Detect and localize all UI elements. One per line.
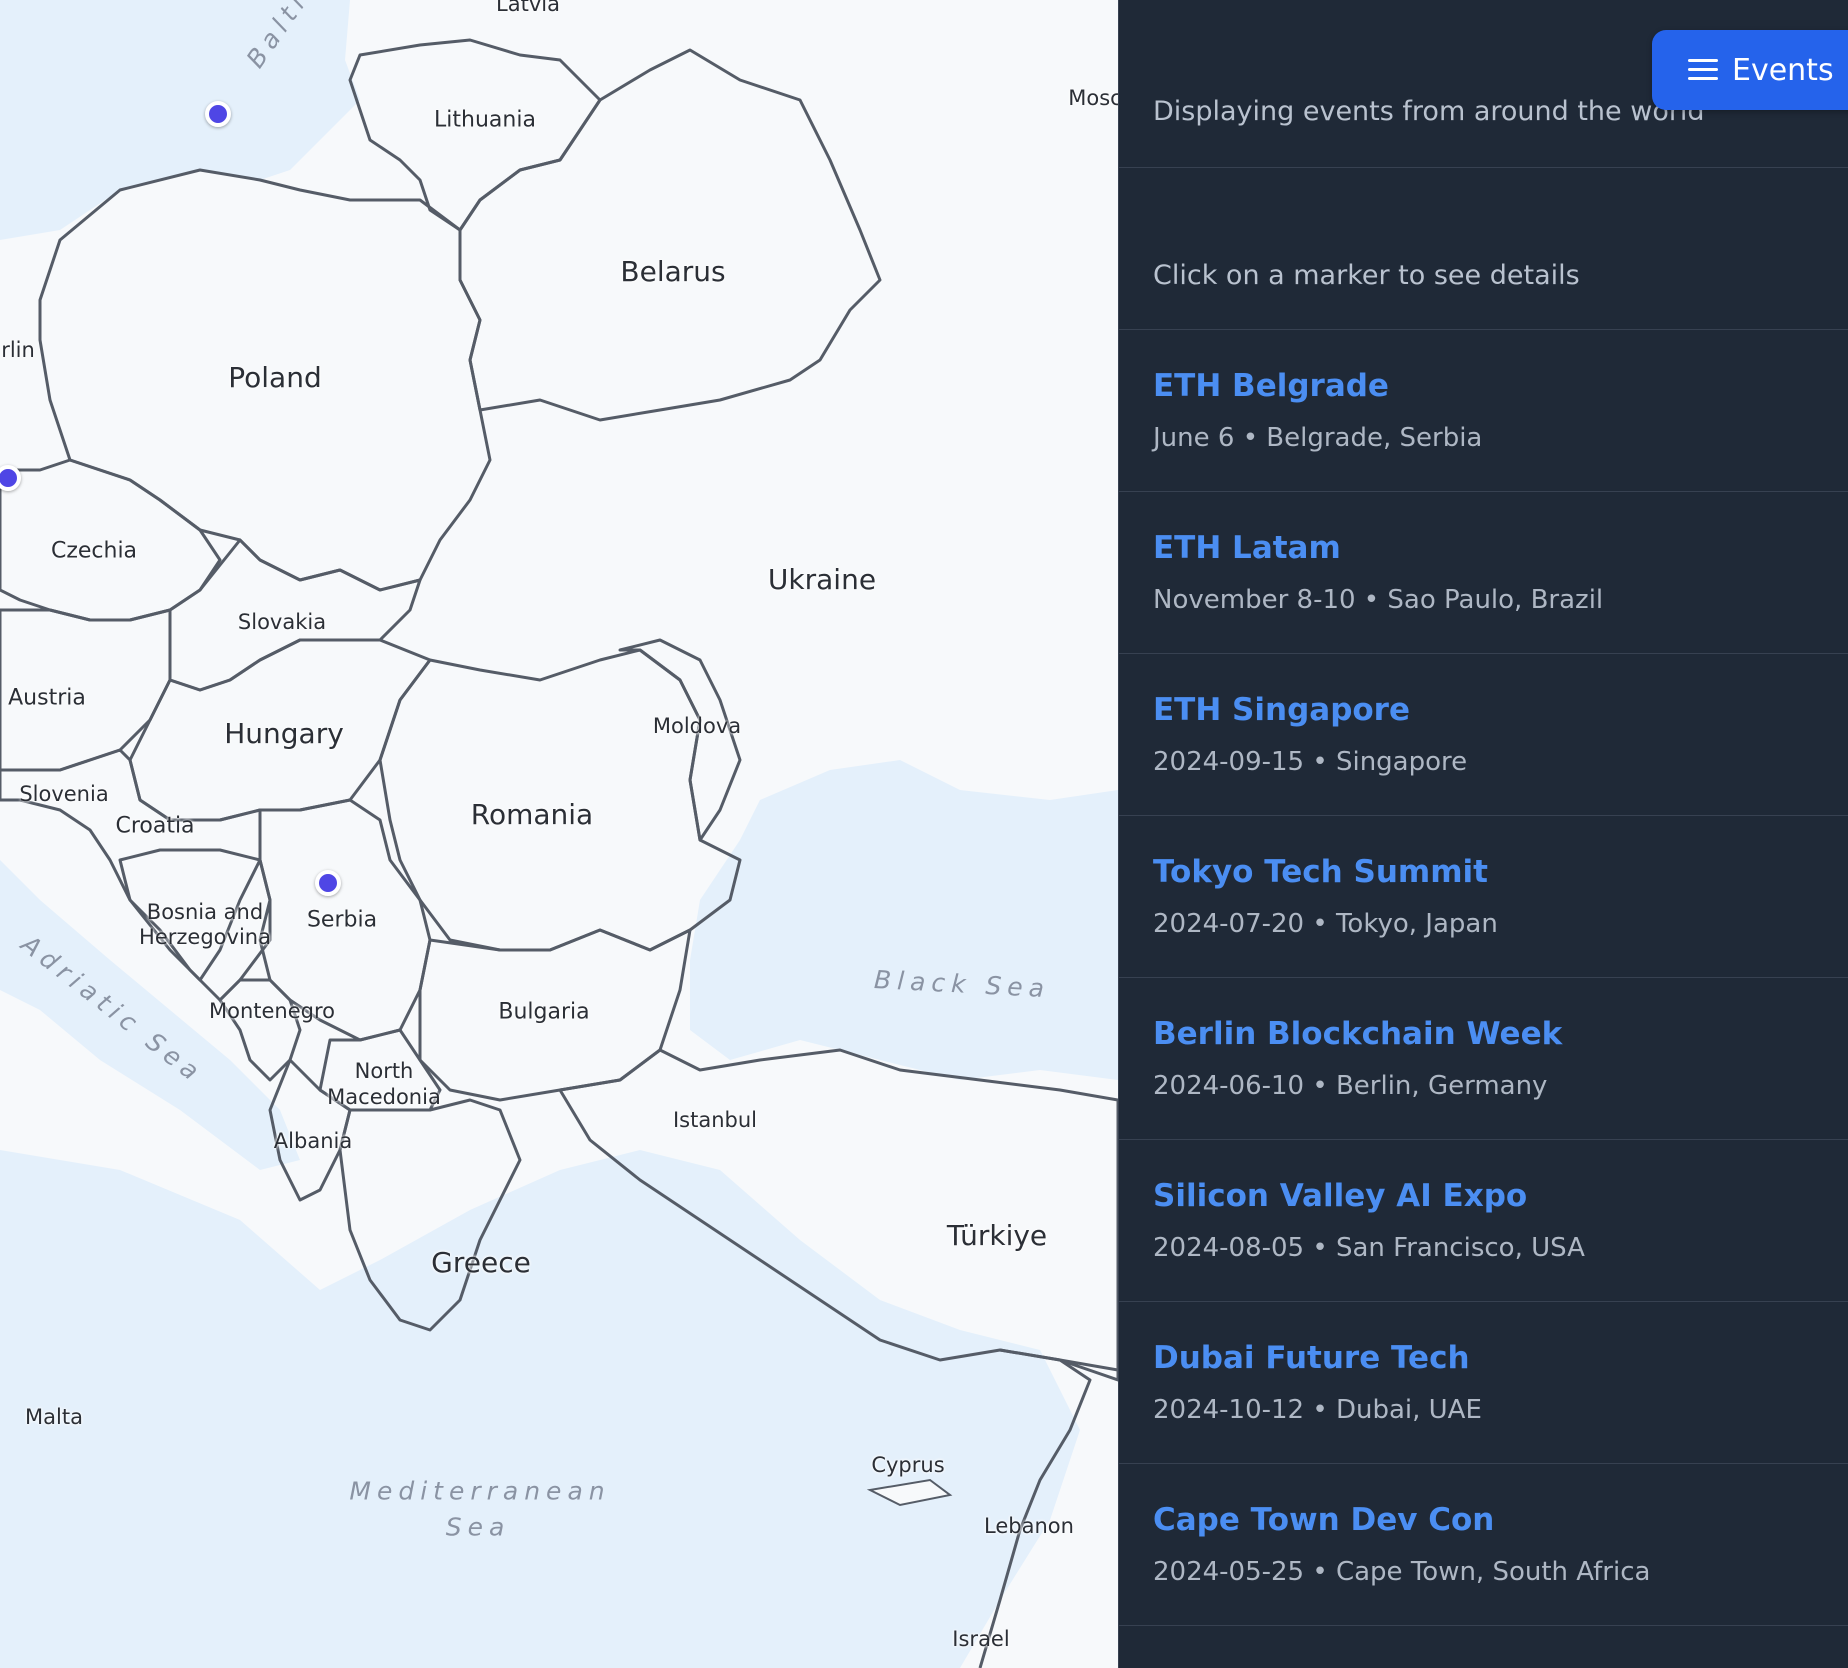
label-berlin: rlin	[1, 337, 35, 362]
event-item[interactable]: ETH Belgrade June 6 • Belgrade, Serbia	[1119, 330, 1848, 492]
event-item[interactable]: ETH Latam November 8-10 • Sao Paulo, Braz…	[1119, 492, 1848, 654]
event-item[interactable]: ETH Singapore 2024-09-15 • Singapore	[1119, 654, 1848, 816]
label-mediterranean-line1: Mediterranean	[349, 1476, 611, 1506]
event-meta: November 8-10 • Sao Paulo, Brazil	[1153, 585, 1604, 615]
label-north-macedonia-line2: Macedonia	[327, 1084, 441, 1109]
event-marker[interactable]	[205, 101, 231, 127]
label-mediterranean-line2: Sea	[445, 1512, 511, 1542]
label-ukraine: Ukraine	[767, 562, 877, 596]
panel-hint-row: Click on a marker to see details	[1119, 168, 1848, 330]
label-bulgaria: Bulgaria	[498, 999, 590, 1025]
event-item[interactable]: Cape Town Dev Con 2024-05-25 • Cape Town,…	[1119, 1464, 1848, 1626]
label-montenegro: Montenegro	[208, 998, 336, 1023]
label-austria: Austria	[8, 685, 86, 711]
label-poland: Poland	[228, 360, 322, 394]
event-title[interactable]: ETH Latam	[1153, 530, 1341, 566]
event-item[interactable]: Silicon Valley AI Expo 2024-08-05 • San F…	[1119, 1140, 1848, 1302]
panel-subtitle: Displaying events from around the world	[1153, 96, 1705, 127]
event-meta: 2024-05-25 • Cape Town, South Africa	[1153, 1557, 1651, 1587]
label-turkiye: Türkiye	[946, 1218, 1048, 1252]
label-croatia: Croatia	[115, 813, 195, 839]
label-greece: Greece	[431, 1245, 531, 1279]
label-moldova: Moldova	[652, 713, 742, 738]
label-albania: Albania	[273, 1128, 353, 1153]
events-button-label: Events	[1732, 52, 1834, 88]
event-meta: 2024-08-05 • San Francisco, USA	[1153, 1233, 1585, 1263]
event-marker-belgrade[interactable]	[315, 870, 341, 896]
label-lebanon: Lebanon	[984, 1513, 1074, 1538]
label-czechia: Czechia	[50, 538, 138, 564]
label-israel: Israel	[952, 1626, 1010, 1651]
event-meta: 2024-06-10 • Berlin, Germany	[1153, 1071, 1548, 1101]
label-slovenia: Slovenia	[19, 781, 109, 806]
label-malta: Malta	[25, 1404, 83, 1429]
label-romania: Romania	[470, 797, 594, 831]
label-istanbul: Istanbul	[672, 1107, 758, 1132]
event-title[interactable]: Silicon Valley AI Expo	[1153, 1178, 1527, 1214]
event-title[interactable]: Tokyo Tech Summit	[1153, 854, 1488, 890]
event-meta: 2024-09-15 • Singapore	[1153, 747, 1468, 777]
label-north-macedonia-line1: North	[354, 1058, 414, 1083]
label-latvia: Latvia	[496, 0, 560, 16]
event-item[interactable]: Tokyo Tech Summit 2024-07-20 • Tokyo, Jap…	[1119, 816, 1848, 978]
label-hungary: Hungary	[224, 716, 344, 750]
event-title[interactable]: Berlin Blockchain Week	[1153, 1016, 1562, 1052]
label-lithuania: Lithuania	[434, 107, 536, 133]
label-bosnia-line1: Bosnia and	[146, 899, 264, 924]
event-meta: 2024-10-12 • Dubai, UAE	[1153, 1395, 1482, 1425]
label-slovakia: Slovakia	[237, 609, 327, 634]
map[interactable]: Latvia Balti Mosc Lithuania Belarus rlin…	[0, 0, 1118, 1668]
event-title[interactable]: Cape Town Dev Con	[1153, 1502, 1494, 1538]
label-bosnia-line2: Herzegovina	[139, 924, 271, 949]
label-moscow: Mosc	[1068, 85, 1118, 110]
label-cyprus: Cyprus	[871, 1452, 945, 1477]
event-title[interactable]: ETH Belgrade	[1153, 368, 1389, 404]
events-panel: Displaying events from around the world …	[1118, 0, 1848, 1668]
event-meta: June 6 • Belgrade, Serbia	[1153, 423, 1483, 453]
label-belarus: Belarus	[620, 254, 726, 288]
event-title[interactable]: Dubai Future Tech	[1153, 1340, 1470, 1376]
events-button[interactable]: Events	[1652, 30, 1848, 110]
event-item[interactable]: Berlin Blockchain Week 2024-06-10 • Berli…	[1119, 978, 1848, 1140]
menu-icon	[1688, 59, 1718, 81]
panel-hint: Click on a marker to see details	[1153, 260, 1580, 291]
label-serbia: Serbia	[306, 907, 378, 933]
event-title[interactable]: ETH Singapore	[1153, 692, 1410, 728]
event-meta: 2024-07-20 • Tokyo, Japan	[1153, 909, 1498, 939]
event-item[interactable]: Dubai Future Tech 2024-10-12 • Dubai, UAE	[1119, 1302, 1848, 1464]
